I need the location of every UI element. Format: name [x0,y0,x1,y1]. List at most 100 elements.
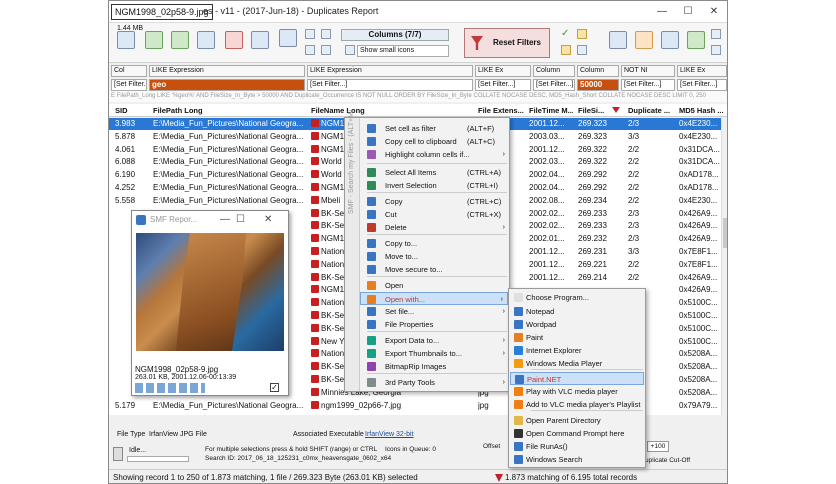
cell-filesize: 269.322 [578,156,624,168]
filter-value-filename[interactable]: [Set Filter...] [307,79,473,91]
context-item-bitmaprip-images[interactable]: BitmapRip Images [361,360,509,373]
cell-sid-text: 4.252 [115,183,136,192]
context-item-file-properties[interactable]: File Properties [361,318,509,331]
export-icon[interactable] [171,31,189,49]
cell-filetime-text: 2002.08... [529,195,565,205]
submenu-item-notepad[interactable]: Notepad [510,305,644,318]
delete-icon[interactable] [225,31,243,49]
filter-op-sid[interactable]: Col [111,65,147,77]
refresh-icon[interactable] [145,31,163,49]
context-item-3rd-party-tools[interactable]: 3rd Party Tools › [361,376,509,389]
icons-toggle-icon[interactable] [345,45,355,55]
filter-op-time[interactable]: Column [533,65,575,77]
copy-icon[interactable] [197,31,215,49]
submenu-item-windows-search[interactable]: Windows Search [510,453,644,466]
filter-op-md5[interactable]: LIKE Ex [677,65,727,77]
col-header-sid[interactable]: SID [115,104,149,117]
plus100-button[interactable]: +100 [647,441,669,452]
context-item-delete[interactable]: Delete › [361,221,509,234]
context-item-set-cell-as-filter[interactable]: Set cell as filter (ALT+F) [361,122,509,135]
checkmark-icon[interactable]: ✓ [561,29,571,39]
col-header-duplicate[interactable]: Duplicate ... [628,104,678,117]
context-item-open-with[interactable]: Open with... › [360,292,508,305]
scrollbar-thumb[interactable] [723,218,727,248]
filter-op-ext[interactable]: LIKE Ex [475,65,531,77]
col-header-md5[interactable]: MD5 Hash ... [679,104,727,117]
preview-maximize-icon[interactable]: ☐ [236,214,245,225]
col-header-filepath[interactable]: FilePath Long [153,104,303,117]
help-icon[interactable] [711,29,721,39]
submenu-item-windows-media-player[interactable]: Windows Media Player [510,357,644,370]
printer-icon[interactable] [687,31,705,49]
submenu-item-play-with-vlc-media-player[interactable]: Play with VLC media player [510,385,644,398]
table-icon[interactable] [279,29,297,47]
preview-close-icon[interactable]: ✕ [264,214,272,225]
save-icon[interactable] [577,45,587,55]
col-header-filename[interactable]: FileName Long [311,104,471,117]
submenu-item-paint[interactable]: Paint [510,331,644,344]
reset-filters-button[interactable]: Reset Filters [464,28,550,58]
context-item-move-to[interactable]: Move to... [361,250,509,263]
preview-checkbox[interactable]: ✓ [270,383,279,392]
context-item-invert-selection[interactable]: Invert Selection (CTRL+I) [361,179,509,192]
settings-icon[interactable] [305,29,315,39]
submenu-item-file-runas[interactable]: File RunAs() [510,440,644,453]
minimize-button[interactable]: — [649,3,675,21]
col-header-filesize[interactable]: FileSi... [578,104,610,117]
col-header-filetime[interactable]: FileTime M... [529,104,573,117]
cell-filesize: 269.232 [578,233,624,245]
submenu-item-choose-program[interactable]: Choose Program... [510,291,644,304]
filter-op-dup[interactable]: NOT NI [621,65,675,77]
grid-icon[interactable] [251,31,269,49]
view-icon[interactable] [305,45,315,55]
context-item-export-data-to[interactable]: Export Data to... › [361,334,509,347]
col-header-ext[interactable]: File Extens... [478,104,530,117]
report-icon[interactable] [117,31,135,49]
context-item-copy-to[interactable]: Copy to... [361,237,509,250]
chart-icon[interactable] [635,31,653,49]
info-icon[interactable] [711,45,721,55]
title-file-tab[interactable]: NGM1998_02p58-9.jpg [111,4,213,20]
filter-value-sid[interactable]: [Set Filter...] [111,79,147,91]
filter-value-size[interactable]: 50000 [577,79,619,91]
context-item-export-thumbnails-to[interactable]: Export Thumbnails to... › [361,347,509,360]
layout-icon[interactable] [609,31,627,49]
filter-small-icon[interactable] [321,45,331,55]
columns-button[interactable]: Columns (7/7) [341,29,449,41]
preview-minimize-icon[interactable]: — [220,214,230,225]
context-item-move-secure-to[interactable]: Move secure to... [361,263,509,276]
assoc-link[interactable]: IrfanView 32-bit [365,429,414,441]
context-item-copy[interactable]: Copy (CTRL+C) [361,195,509,208]
gear-icon[interactable] [321,29,331,39]
context-item-highlight-column-cells-if[interactable]: Highlight column cells if... › [361,148,509,161]
filter-value-time[interactable]: [Set Filter...] [533,79,575,91]
filter-value-dup[interactable]: [Set Filter...] [621,79,675,91]
context-item-cut[interactable]: Cut (CTRL+X) [361,208,509,221]
show-icons-select[interactable]: Show small icons [357,45,449,57]
context-item-select-all-items[interactable]: Select All Items (CTRL+A) [361,166,509,179]
submenu-item-internet-explorer[interactable]: Internet Explorer [510,344,644,357]
submenu-item-open-parent-directory[interactable]: Open Parent Directory [510,414,644,427]
maximize-button[interactable]: ☐ [675,3,701,21]
context-item-set-file[interactable]: Set file... › [361,305,509,318]
context-item-open[interactable]: Open [361,279,509,292]
cell-filetime: 2001.12... [529,118,577,130]
filter-op-filename[interactable]: LIKE Expression [307,65,473,77]
preview-window[interactable]: SMF Repor... — ☐ ✕ NGM1998_02p58-9.jpg 2… [131,210,289,396]
submenu-item-add-to-vlc-media-player-s-playlist[interactable]: Add to VLC media player's Playlist [510,398,644,411]
preview-toolbar-icons[interactable] [135,383,205,393]
folder-icon[interactable] [561,45,571,55]
vertical-scrollbar[interactable] [721,118,727,415]
close-button[interactable]: ✕ [701,3,727,21]
context-item-copy-cell-to-clipboard[interactable]: Copy cell to clipboard (ALT+C) [361,135,509,148]
submenu-item-open-command-prompt-here[interactable]: Open Command Prompt here [510,427,644,440]
lock-icon[interactable] [577,29,587,39]
filter-value-ext[interactable]: [Set Filter...] [475,79,531,91]
export-table-icon[interactable] [661,31,679,49]
filter-value-filepath[interactable]: geo [149,79,305,91]
submenu-item-paint-net[interactable]: Paint.NET [510,372,644,385]
submenu-item-wordpad[interactable]: Wordpad [510,318,644,331]
filter-op-filepath[interactable]: LIKE Expression [149,65,305,77]
filter-op-size[interactable]: Column [577,65,619,77]
filter-value-md5[interactable]: [Set Filter...] [677,79,727,91]
